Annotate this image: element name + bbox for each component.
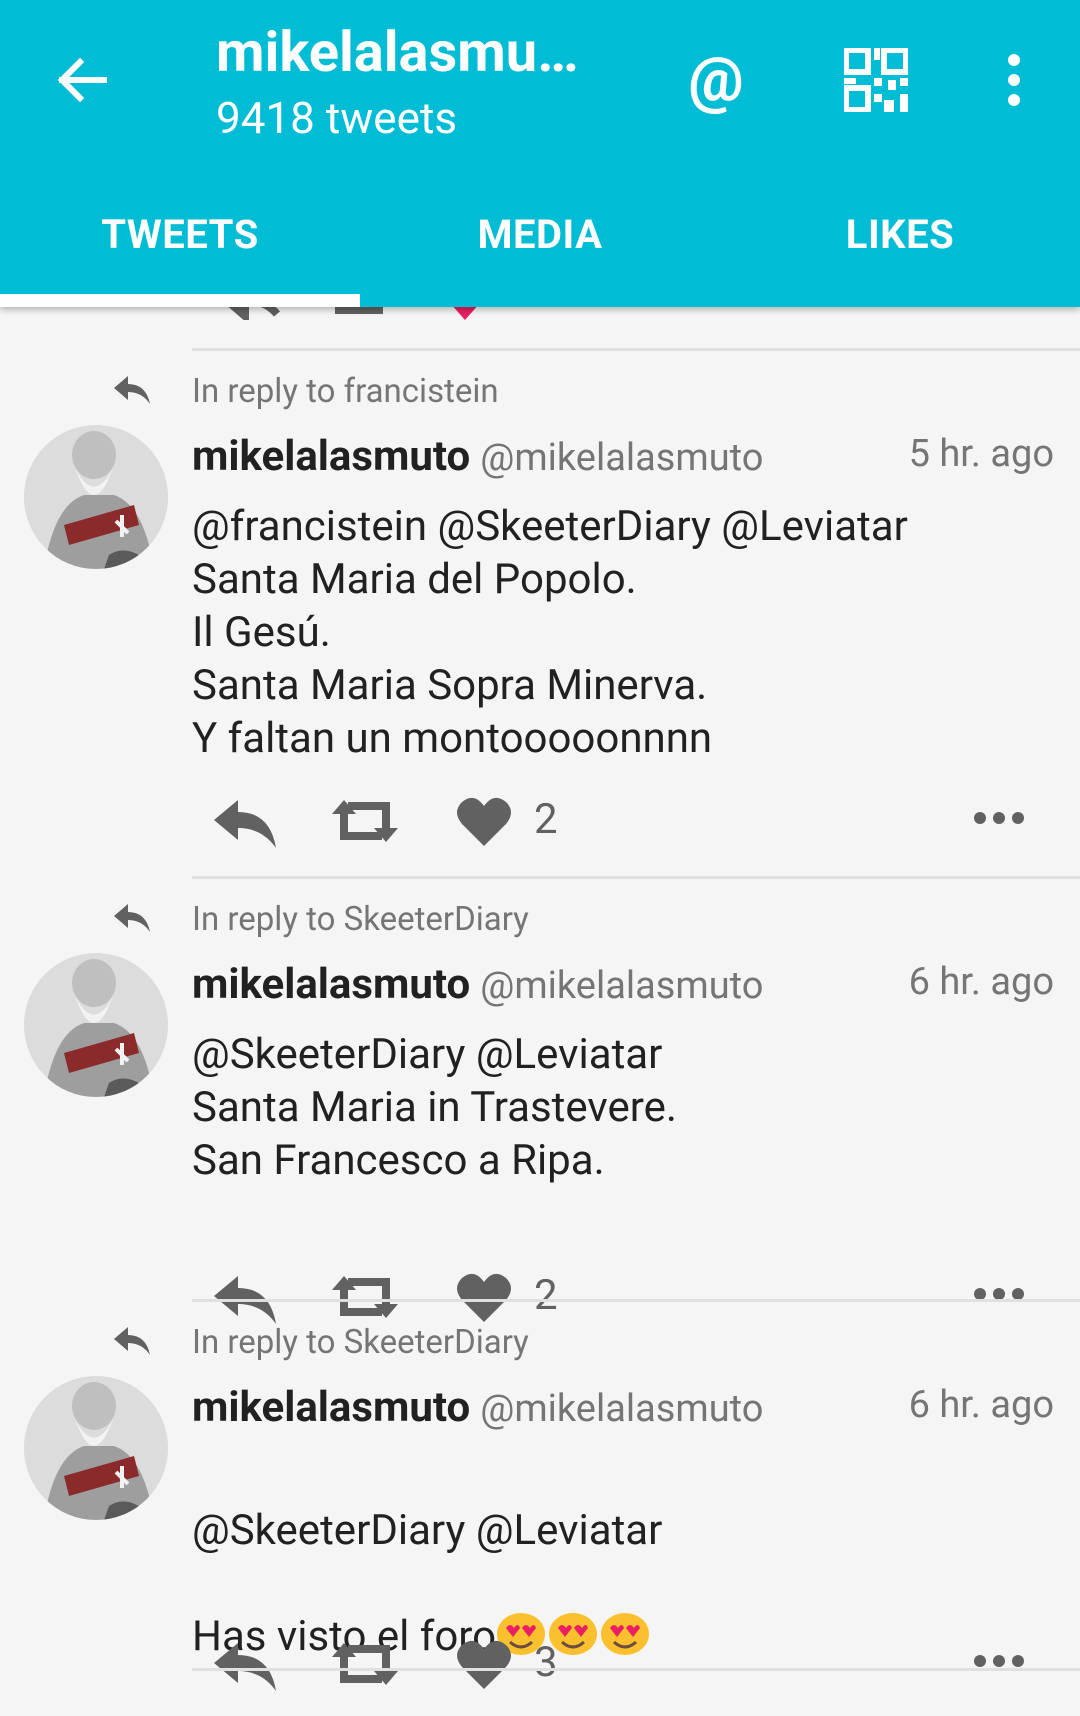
- reply-context: In reply to SkeeterDiary: [0, 896, 1080, 946]
- tweet-header: mikelalasmuto @mikelalasmuto 6 hr. ago: [192, 960, 1054, 1016]
- username[interactable]: mikelalasmuto: [192, 960, 470, 1009]
- tab-tweets[interactable]: TWEETS: [0, 195, 360, 307]
- qr-code-icon[interactable]: [844, 48, 908, 112]
- retweet-icon[interactable]: [330, 1272, 400, 1322]
- avatar[interactable]: [24, 1376, 168, 1520]
- tweet-actions: 3: [192, 1631, 1052, 1701]
- tab-bar: TWEETS MEDIA LIKES: [0, 195, 1080, 307]
- reply-icon[interactable]: [212, 794, 278, 850]
- avatar-knight-image: [24, 425, 168, 569]
- app-bar: mikelalasmu… 9418 tweets @ TWEETS MEDIA …: [0, 0, 1080, 307]
- reply-small-icon: [114, 1327, 150, 1355]
- tweet-header: mikelalasmuto @mikelalasmuto 5 hr. ago: [192, 432, 1054, 488]
- like-count: 2: [534, 1271, 558, 1320]
- page-title: mikelalasmu…: [216, 20, 579, 84]
- divider: [192, 876, 1080, 879]
- tweet-header: mikelalasmuto @mikelalasmuto 6 hr. ago: [192, 1383, 1054, 1439]
- tweet-actions: 2: [192, 788, 1052, 858]
- arrow-back-icon[interactable]: [52, 50, 112, 110]
- divider: [192, 348, 1080, 351]
- retweet-icon[interactable]: [330, 796, 400, 846]
- avatar-knight-image: [24, 953, 168, 1097]
- reply-to-label: In reply to francistein: [192, 372, 499, 411]
- avatar[interactable]: [24, 953, 168, 1097]
- reply-icon[interactable]: [212, 1270, 278, 1326]
- tab-likes[interactable]: LIKES: [720, 195, 1080, 307]
- reply-icon[interactable]: [212, 1637, 278, 1693]
- tweet-text: @francistein @SkeeterDiary @Leviatar San…: [192, 502, 908, 763]
- heart-icon[interactable]: [456, 1637, 512, 1691]
- user-handle[interactable]: @mikelalasmuto: [480, 964, 763, 1008]
- timestamp: 6 hr. ago: [908, 1383, 1054, 1427]
- more-vert-icon[interactable]: [996, 50, 1032, 110]
- timestamp: 6 hr. ago: [908, 960, 1054, 1004]
- title-block: mikelalasmu… 9418 tweets: [216, 20, 616, 148]
- at-icon[interactable]: @: [676, 40, 756, 120]
- avatar[interactable]: [24, 425, 168, 569]
- like-count: 3: [534, 1638, 558, 1687]
- divider: [192, 1299, 1080, 1302]
- tab-media[interactable]: MEDIA: [360, 195, 720, 307]
- user-handle[interactable]: @mikelalasmuto: [480, 436, 763, 480]
- reply-to-label: In reply to SkeeterDiary: [192, 900, 529, 939]
- reply-context: In reply to SkeeterDiary: [0, 1319, 1080, 1369]
- more-horiz-icon[interactable]: [974, 808, 1024, 828]
- timestamp: 5 hr. ago: [908, 432, 1054, 476]
- active-tab-indicator: [0, 294, 360, 307]
- divider: [192, 1668, 1080, 1671]
- reply-small-icon: [114, 904, 150, 932]
- retweet-icon[interactable]: [330, 1639, 400, 1689]
- reply-small-icon: [114, 376, 150, 404]
- tweet-text: @SkeeterDiary @Leviatar Santa Maria in T…: [192, 1030, 677, 1185]
- username[interactable]: mikelalasmuto: [192, 1383, 470, 1432]
- heart-icon[interactable]: [456, 794, 512, 848]
- reply-context: In reply to francistein: [0, 368, 1080, 418]
- reply-to-label: In reply to SkeeterDiary: [192, 1323, 529, 1362]
- avatar-knight-image: [24, 1376, 168, 1520]
- tweet-count: 9418 tweets: [216, 92, 458, 144]
- tweet-text-line: @SkeeterDiary @Leviatar: [192, 1506, 663, 1555]
- username[interactable]: mikelalasmuto: [192, 432, 470, 481]
- user-handle[interactable]: @mikelalasmuto: [480, 1387, 763, 1431]
- heart-icon[interactable]: [456, 1270, 512, 1324]
- like-count: 2: [534, 795, 558, 844]
